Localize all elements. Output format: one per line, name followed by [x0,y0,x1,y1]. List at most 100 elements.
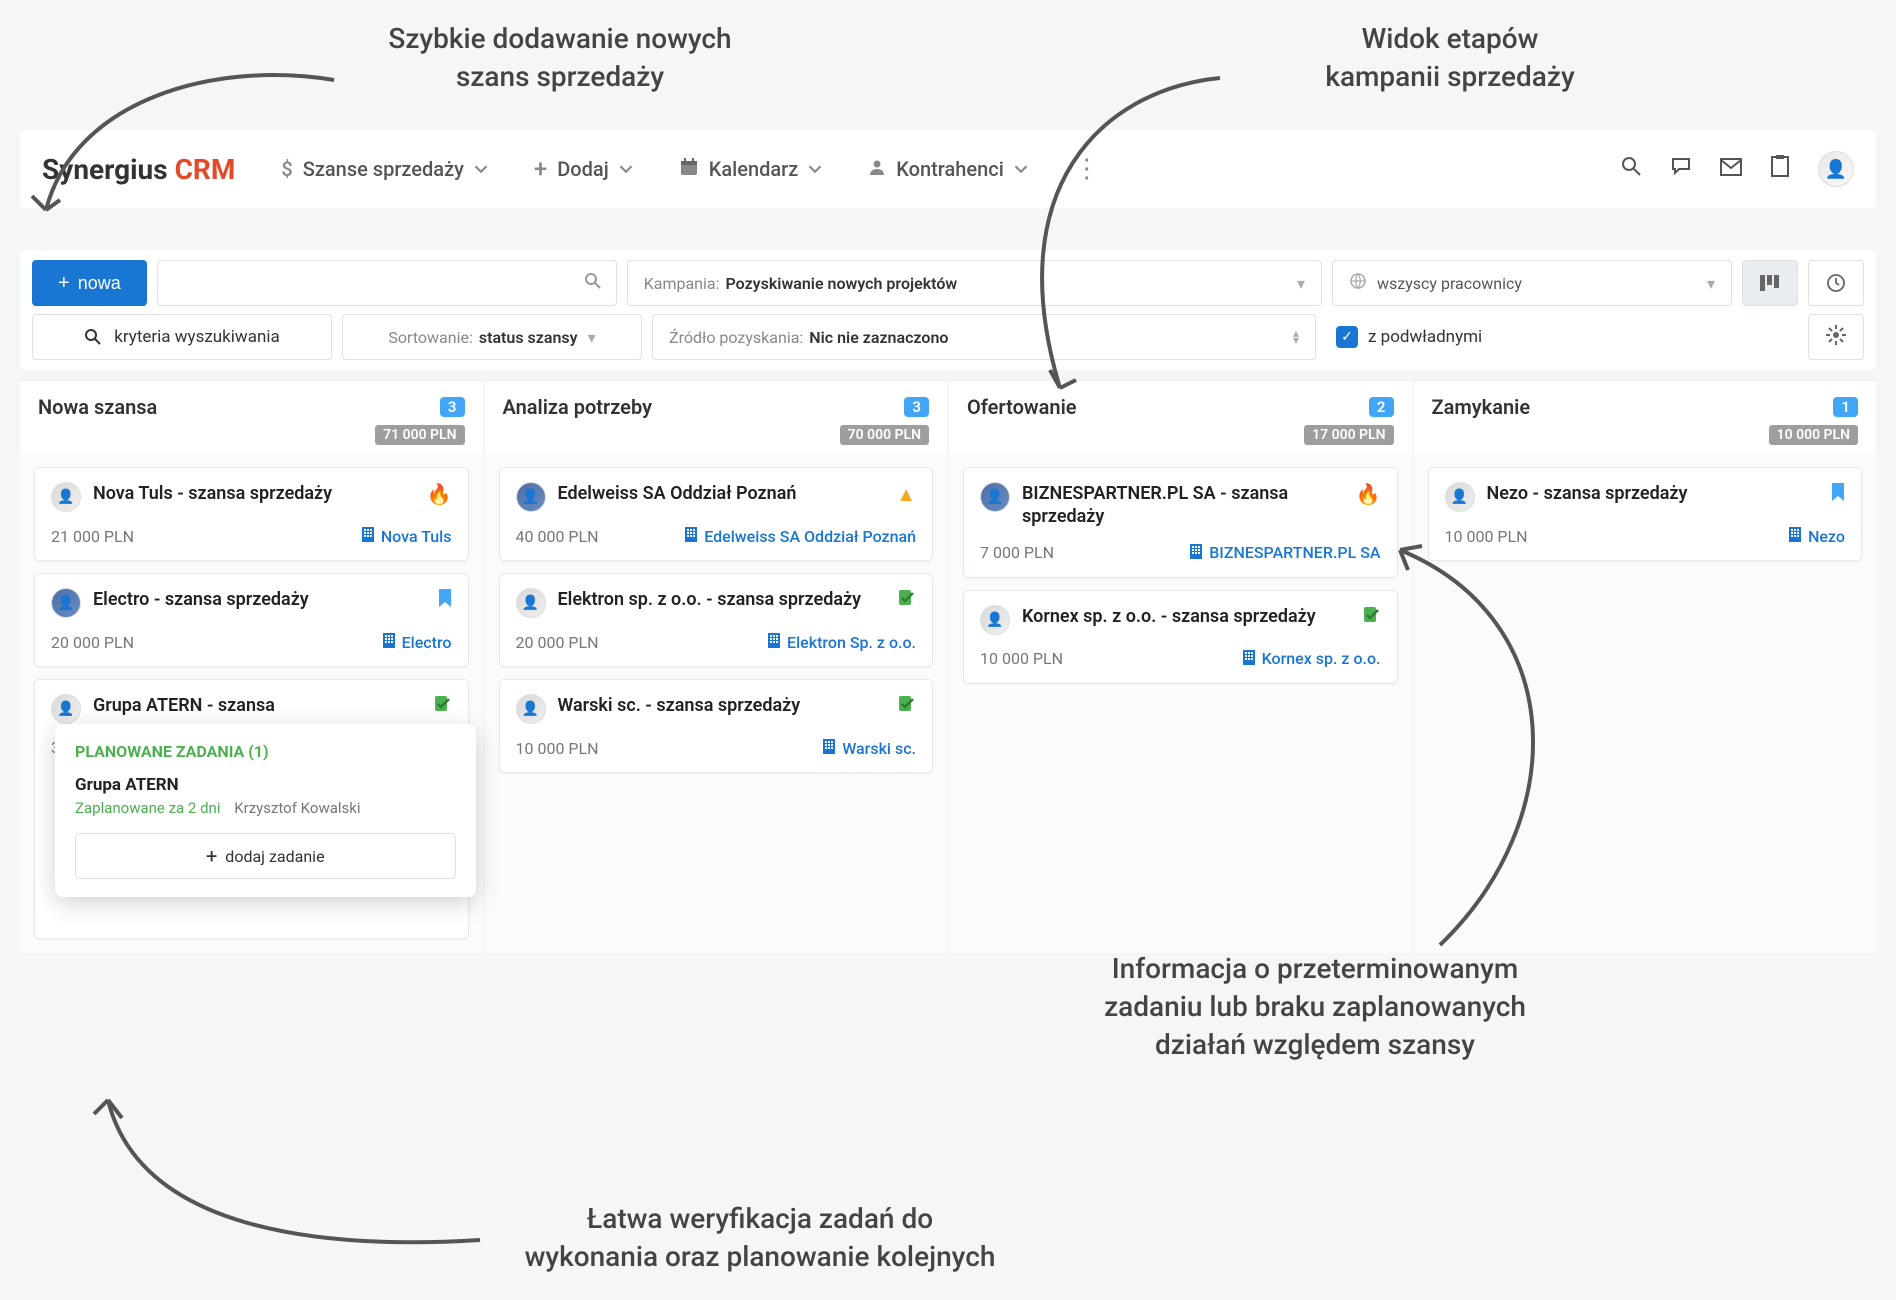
card-amount: 10 000 PLN [980,649,1063,668]
checkbox-checked-icon: ✓ [1336,326,1358,348]
new-chance-label: nowa [78,273,121,294]
card-company-link[interactable]: Nezo [1788,526,1845,546]
arrow-icon [1340,540,1620,960]
card-title: Nova Tuls - szansa sprzedaży [93,482,332,505]
card-avatar: 👤 [51,588,81,618]
fire-icon: 🔥 [427,482,452,506]
double-caret-icon: ▴▾ [1293,330,1299,344]
fire-icon: 🔥 [1356,482,1381,506]
search-input[interactable] [172,274,584,292]
building-icon [822,738,836,754]
search-box[interactable] [157,260,617,306]
kanban-view-button[interactable] [1742,260,1798,306]
deal-card[interactable]: 👤 Edelweiss SA Oddział Poznań ▲ 40 000 P… [499,467,934,561]
column-sum-badge: 17 000 PLN [1304,425,1393,445]
campaign-label: Kampania: [644,274,720,293]
deal-card[interactable]: 👤 Elektron sp. z o.o. - szansa sprzedaży… [499,573,934,667]
card-amount: 40 000 PLN [516,527,599,546]
card-company-link[interactable]: Electro [382,632,452,652]
building-icon [684,526,698,542]
card-amount: 7 000 PLN [980,543,1054,562]
column-count-badge: 3 [440,397,465,417]
card-title: Nezo - szansa sprzedaży [1487,482,1688,505]
history-view-button[interactable] [1808,260,1864,306]
building-icon [382,632,396,648]
employees-select[interactable]: wszyscy pracownicy ▾ [1332,260,1732,306]
card-amount: 10 000 PLN [516,739,599,758]
popover-due: Zaplanowane za 2 dni [75,799,220,817]
card-company-link[interactable]: Nova Tuls [361,526,452,546]
sort-select[interactable]: Sortowanie: status szansy ▾ [342,314,642,360]
column-header: Analiza potrzeby 3 70 000 PLN [485,381,948,453]
card-amount: 20 000 PLN [516,633,599,652]
warning-icon: ▲ [896,482,916,507]
clipboard-icon[interactable] [1770,154,1790,184]
card-company-link[interactable]: Elektron Sp. z o.o. [767,632,916,652]
deal-card[interactable]: 👤 BIZNESPARTNER.PL SA - szansa sprzedaży… [963,467,1398,578]
popover-task-title: Grupa ATERN [75,775,456,795]
search-icon[interactable] [1620,155,1642,183]
card-company-label: Elektron Sp. z o.o. [787,633,916,652]
plus-icon: + [534,155,547,183]
popover-heading: PLANOWANE ZADANIA (1) [75,742,456,761]
settings-button[interactable] [1808,314,1864,360]
popover-task-meta: Zaplanowane za 2 dni Krzysztof Kowalski [75,799,456,817]
card-avatar: 👤 [516,482,546,512]
annotation-overdue: Informacja o przeterminowanymzadaniu lub… [990,950,1640,1063]
card-title: Warski sc. - szansa sprzedaży [558,694,801,717]
deal-card[interactable]: 👤 Warski sc. - szansa sprzedaży 10 000 P… [499,679,934,773]
card-avatar: 👤 [980,605,1010,635]
deal-card[interactable]: 👤 Grupa ATERN - szansa 3 PLANOWANE ZADAN… [34,679,469,939]
mail-icon[interactable] [1720,157,1742,182]
card-avatar: 👤 [516,588,546,618]
nav-calendar-label: Kalendarz [709,157,799,181]
gear-icon [1826,325,1846,349]
bookmark-icon [1831,482,1845,507]
column-header: Nowa szansa 3 71 000 PLN [20,381,483,453]
annotation-add: Szybkie dodawanie nowychszans sprzedaży [300,20,820,96]
deal-card[interactable]: 👤 Electro - szansa sprzedaży 20 000 PLN … [34,573,469,667]
employees-value: wszyscy pracownicy [1377,274,1522,293]
building-icon [767,632,781,648]
building-icon [361,526,375,542]
card-avatar: 👤 [51,482,81,512]
add-task-button[interactable]: + dodaj zadanie [75,833,456,879]
card-title: Grupa ATERN - szansa [93,694,275,717]
card-company-link[interactable]: Edelweiss SA Oddział Poznań [684,526,916,546]
plus-icon: + [58,272,70,295]
caret-icon: ▾ [588,328,596,347]
kanban-column: Analiza potrzeby 3 70 000 PLN 👤 Edelweis… [485,380,948,953]
column-title: Zamykanie [1432,395,1531,419]
column-sum-badge: 71 000 PLN [375,425,464,445]
sort-value: status szansy [479,328,578,347]
annotation-stages: Widok etapówkampanii sprzedaży [1220,20,1680,96]
person-icon [868,157,886,181]
globe-icon [1349,272,1367,294]
user-avatar[interactable]: 👤 [1818,151,1854,187]
check-note-icon [434,694,452,718]
card-company-link[interactable]: Warski sc. [822,738,916,758]
kanban-icon [1760,275,1780,291]
popover-assignee: Krzysztof Kowalski [234,799,360,817]
arrow-icon [920,70,1260,410]
nav-calendar[interactable]: Kalendarz [679,157,823,182]
nav-add[interactable]: + Dodaj [534,155,633,183]
building-icon [1189,543,1203,559]
source-label: Źródło pozyskania: [669,328,803,347]
caret-icon: ▾ [1707,274,1715,293]
deal-card[interactable]: 👤 Nova Tuls - szansa sprzedaży 🔥 21 000 … [34,467,469,561]
clock-icon [1826,273,1846,293]
criteria-button[interactable]: kryteria wyszukiwania [32,314,332,360]
card-avatar: 👤 [516,694,546,724]
column-sum-badge: 70 000 PLN [840,425,929,445]
calendar-icon [679,157,699,182]
new-chance-button[interactable]: + nowa [32,260,147,306]
with-subordinates-checkbox[interactable]: ✓ z podwładnymi [1326,314,1726,360]
chevron-down-icon [474,162,488,176]
chat-icon[interactable] [1670,155,1692,183]
caret-icon: ▾ [1297,274,1305,293]
deal-card[interactable]: 👤 Kornex sp. z o.o. - szansa sprzedaży 1… [963,590,1398,684]
card-avatar: 👤 [980,482,1010,512]
building-icon [1242,649,1256,665]
column-body: 👤 Nova Tuls - szansa sprzedaży 🔥 21 000 … [20,453,483,953]
